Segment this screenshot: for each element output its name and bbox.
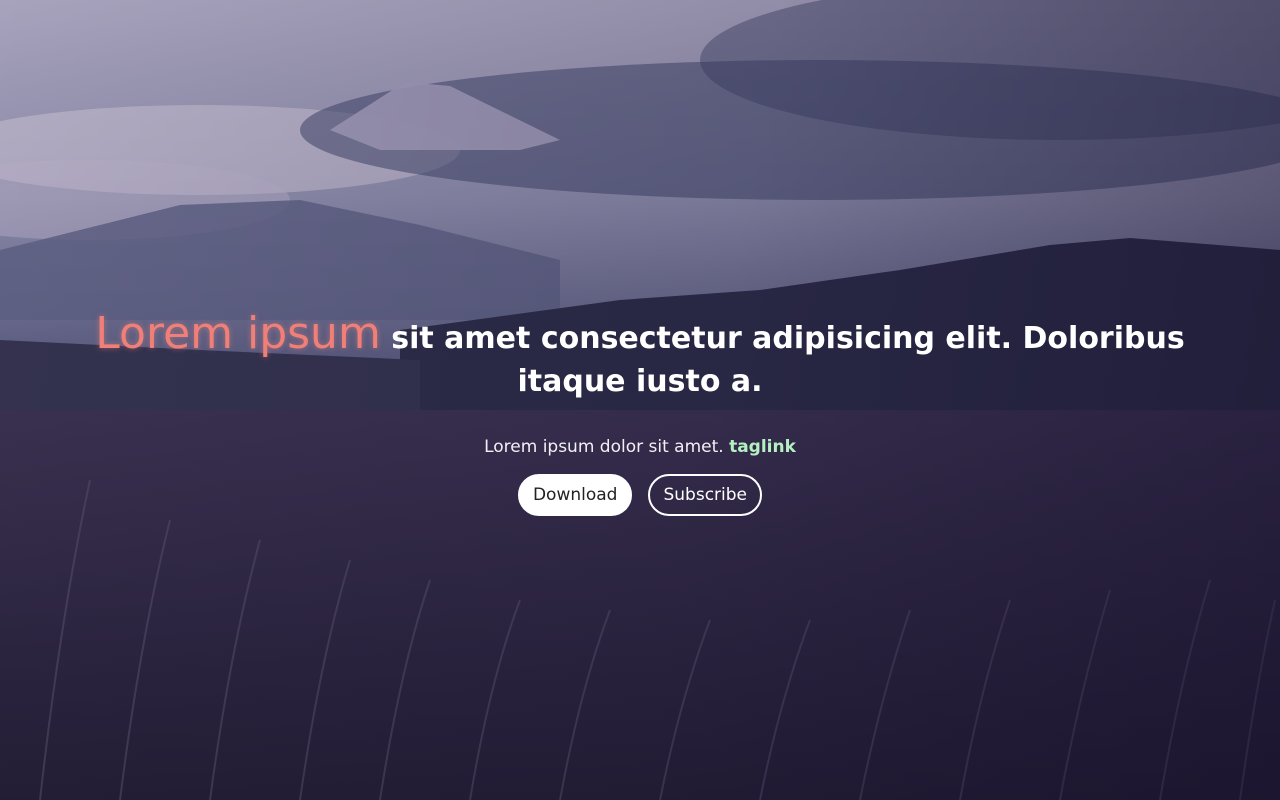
hero-headline: Lorem ipsum sit amet consectetur adipisi… <box>60 312 1220 403</box>
headline-rest: sit amet consectetur adipisicing elit. D… <box>380 321 1185 399</box>
taglink-link[interactable]: taglink <box>729 437 796 457</box>
headline-accent: Lorem ipsum <box>95 308 381 359</box>
hero-section: Lorem ipsum sit amet consectetur adipisi… <box>0 0 1280 800</box>
subtitle-text: Lorem ipsum dolor sit amet. <box>484 437 724 457</box>
hero-content: Lorem ipsum sit amet consectetur adipisi… <box>0 312 1280 516</box>
hero-subtitle: Lorem ipsum dolor sit amet. taglink <box>0 437 1280 457</box>
subscribe-button[interactable]: Subscribe <box>648 474 763 516</box>
hero-buttons: Download Subscribe <box>0 474 1280 516</box>
download-button[interactable]: Download <box>517 474 633 516</box>
